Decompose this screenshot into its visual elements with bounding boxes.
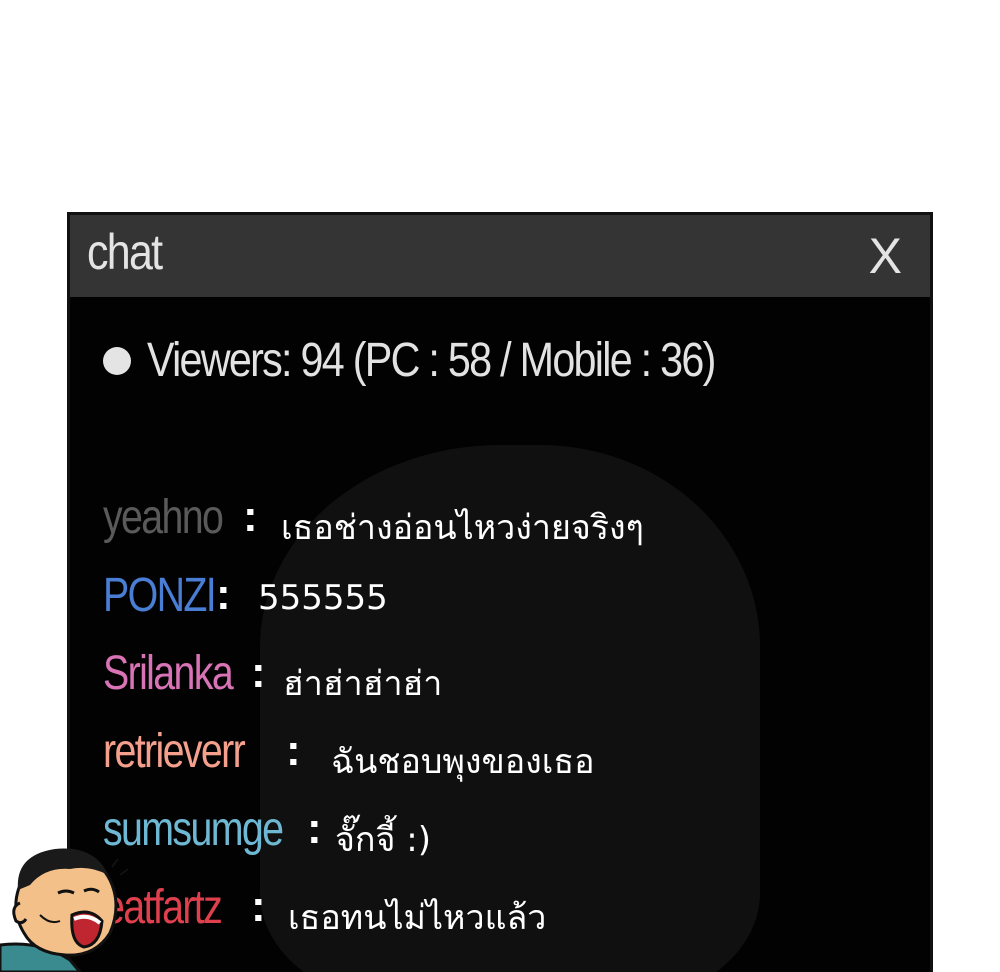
chat-titlebar: chat X	[70, 215, 930, 297]
message-separator: :	[286, 726, 301, 775]
chat-message: retrieverr : ฉันชอบพุงของเธอ	[103, 724, 903, 802]
message-separator: :	[307, 804, 322, 853]
message-text: ฉันชอบพุงของเธอ	[331, 742, 595, 782]
message-text: เธอช่างอ่อนไหวง่ายจริงๆ	[281, 508, 644, 548]
message-text: เธอทนไม่ไหวแล้ว	[288, 898, 547, 938]
chat-window: chat X Viewers: 94 (PC : 58 / Mobile : 3…	[67, 212, 933, 972]
dot-icon	[103, 346, 131, 375]
message-text: 555555	[258, 578, 388, 618]
message-username[interactable]: Srilanka	[103, 646, 234, 701]
chat-message: yeahno : เธอช่างอ่อนไหวง่ายจริงๆ	[103, 490, 903, 568]
message-separator: :	[243, 492, 258, 541]
message-text: ฮ่าฮ่าฮ่าฮ่า	[283, 664, 443, 704]
message-text: จั๊กจี้ :)	[335, 820, 431, 860]
comic-panel: chat X Viewers: 94 (PC : 58 / Mobile : 3…	[0, 0, 1000, 972]
message-separator: :	[251, 882, 266, 931]
message-username[interactable]: yeahno	[103, 490, 224, 545]
chat-title: chat	[87, 224, 163, 280]
viewer-count: Viewers: 94 (PC : 58 / Mobile : 36)	[103, 333, 807, 388]
chat-message: eatfartz : เธอทนไม่ไหวแล้ว	[103, 880, 903, 958]
chat-message: Srilanka : ฮ่าฮ่าฮ่าฮ่า	[103, 646, 903, 724]
message-list: yeahno : เธอช่างอ่อนไหวง่ายจริงๆ PONZI :…	[103, 490, 903, 958]
message-separator: :	[251, 648, 266, 697]
close-button[interactable]: X	[869, 227, 902, 285]
laughing-man-avatar	[0, 848, 129, 972]
chat-message: sumsumge : จั๊กจี้ :)	[103, 802, 903, 880]
viewers-label: Viewers: 94 (PC : 58 / Mobile : 36)	[147, 334, 716, 387]
message-username[interactable]: retrieverr	[103, 724, 246, 779]
message-separator: :	[216, 570, 231, 619]
chat-message: PONZI : 555555	[103, 568, 903, 646]
message-username[interactable]: PONZI	[103, 568, 217, 623]
